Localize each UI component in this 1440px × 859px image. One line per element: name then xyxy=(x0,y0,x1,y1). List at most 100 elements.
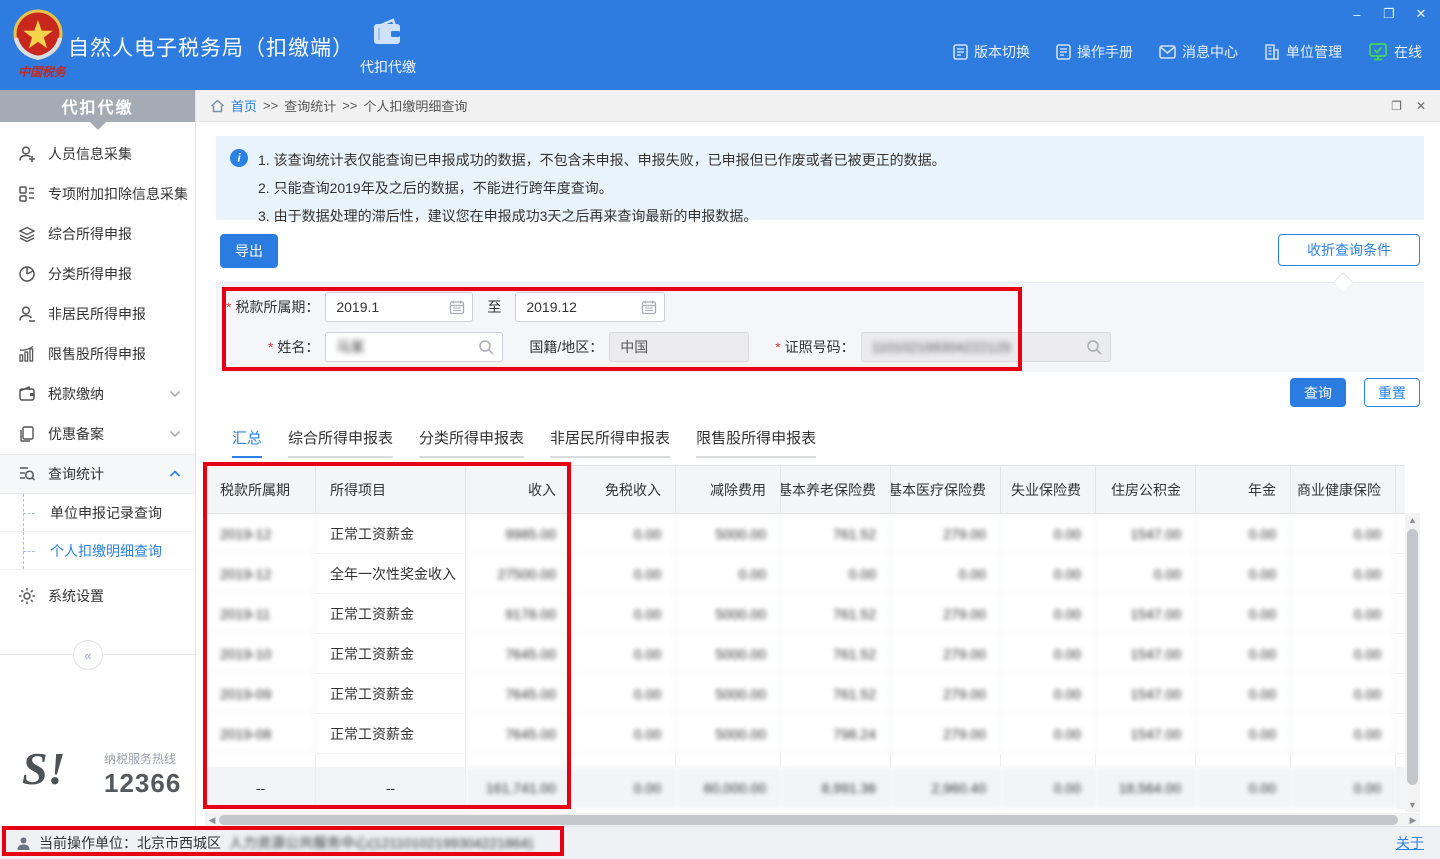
breadcrumb-level1: 查询统计 xyxy=(284,96,336,115)
table-row[interactable]: 2019-08正常工资薪金7645.000.005000.00798.24279… xyxy=(206,714,1405,754)
sidebar-item-personnel-info[interactable]: 人员信息采集 xyxy=(0,134,195,174)
table-body: 2019-12正常工资薪金9985.000.005000.00761.52279… xyxy=(206,514,1405,809)
sidebar-menu: 人员信息采集 专项附加扣除信息采集 综合所得申报 分类所得申报 非居民所得申报 xyxy=(0,134,195,670)
sidebar-item-label: 分类所得申报 xyxy=(48,264,132,284)
menu-message-center[interactable]: 消息中心 xyxy=(1159,42,1238,62)
sidebar-item-system-settings[interactable]: 系统设置 xyxy=(0,576,195,616)
menu-unit-management[interactable]: 单位管理 xyxy=(1264,42,1342,62)
menu-manual[interactable]: 操作手册 xyxy=(1056,42,1133,62)
table-cell: 1547.00 xyxy=(1096,674,1196,714)
vertical-scrollbar-thumb[interactable] xyxy=(1407,529,1418,785)
scroll-up-icon[interactable]: ▲ xyxy=(1405,513,1420,527)
nationality-value: 中国 xyxy=(620,337,648,357)
sidebar-collapse-button[interactable]: « xyxy=(73,640,103,670)
sidebar-subitem-unit-declaration-query[interactable]: 单位申报记录查询 xyxy=(0,494,195,532)
scroll-down-icon[interactable]: ▼ xyxy=(1405,798,1420,812)
sidebar-subitem-personal-withholding-query[interactable]: 个人扣缴明细查询 xyxy=(0,532,195,570)
reset-button[interactable]: 重置 xyxy=(1364,378,1420,407)
table-cell: 7645.00 xyxy=(466,714,571,754)
id-number-input[interactable]: 110102199304222129 xyxy=(861,332,1111,362)
table-cell: 正常工资薪金 xyxy=(316,514,466,554)
sidebar-item-comprehensive-income[interactable]: 综合所得申报 xyxy=(0,214,195,254)
table-row[interactable]: 2019-10正常工资薪金7645.000.005000.00761.52279… xyxy=(206,634,1405,674)
breadcrumb: 首页 >> 查询统计 >> 个人扣缴明细查询 ❐ ✕ xyxy=(196,90,1440,122)
sidebar-item-classified-income[interactable]: 分类所得申报 xyxy=(0,254,195,294)
about-link[interactable]: 关于 xyxy=(1396,833,1424,853)
tab-1[interactable]: 综合所得申报表 xyxy=(288,427,393,458)
table-row-partial[interactable]: .. xyxy=(206,754,1405,767)
table-cell: 0.00 xyxy=(1001,554,1096,594)
table-cell: 正常工资薪金 xyxy=(316,674,466,714)
column-header: 基本医疗保险费 xyxy=(891,466,1001,514)
pane-close-icon[interactable]: ✕ xyxy=(1416,99,1426,113)
table-cell: 279.00 xyxy=(891,514,1001,554)
table-cell: 0.00 xyxy=(571,554,676,594)
table-cell xyxy=(571,754,676,767)
sidebar-item-nonresident-income[interactable]: 非居民所得申报 xyxy=(0,294,195,334)
notice-line: 2. 只能查询2019年及之后的数据，不能进行跨年度查询。 xyxy=(258,174,1410,202)
table-cell: 0.00 xyxy=(571,674,676,714)
table-cell: 9985.00 xyxy=(466,514,571,554)
table-row[interactable]: 2019-12全年一次性奖金收入27500.000.000.000.000.00… xyxy=(206,554,1405,594)
person-add-icon xyxy=(18,145,36,163)
hotline-mark: S! xyxy=(22,742,65,795)
table-cell: 279.00 xyxy=(891,594,1001,634)
result-table: 税款所属期所得项目收入免税收入减除费用基本养老保险费基本医疗保险费失业保险费住房… xyxy=(205,465,1405,810)
vertical-scrollbar[interactable]: ▲ ▼ xyxy=(1405,513,1420,812)
pane-restore-icon[interactable]: ❐ xyxy=(1391,99,1402,113)
table-row[interactable]: 2019-12正常工资薪金9985.000.005000.00761.52279… xyxy=(206,514,1405,554)
tab-4[interactable]: 限售股所得申报表 xyxy=(696,427,816,458)
module-tab-daikou[interactable]: 代扣代缴 xyxy=(348,18,428,77)
search-icon xyxy=(478,339,495,356)
to-label: 至 xyxy=(487,297,501,317)
table-row[interactable]: 2019-11正常工资薪金9178.000.005000.00761.52279… xyxy=(206,594,1405,634)
sidebar-item-preferential-filing[interactable]: 优惠备案 xyxy=(0,414,195,454)
building-icon xyxy=(1264,44,1280,60)
menu-version-switch[interactable]: 版本切换 xyxy=(953,42,1030,62)
sidebar-header: 代扣代缴 xyxy=(0,90,195,122)
sidebar-item-tax-payment[interactable]: 税款缴纳 xyxy=(0,374,195,414)
sidebar-item-special-deduction[interactable]: 专项附加扣除信息采集 xyxy=(0,174,195,214)
period-from-input[interactable]: 2019.1 xyxy=(325,292,473,322)
collapse-conditions-button[interactable]: 收折查询条件 xyxy=(1278,234,1420,266)
tab-0[interactable]: 汇总 xyxy=(232,427,262,458)
calendar-icon xyxy=(449,299,465,315)
mail-icon xyxy=(1159,45,1176,59)
sidebar-item-restricted-stock[interactable]: 限售股所得申报 xyxy=(0,334,195,374)
layers-icon xyxy=(18,225,36,243)
tab-2[interactable]: 分类所得申报表 xyxy=(419,427,524,458)
hotline-logo: S! 纳税服务热线 12366 xyxy=(0,744,196,814)
sidebar-item-label: 查询统计 xyxy=(48,464,104,484)
menu-manual-label: 操作手册 xyxy=(1077,42,1133,62)
sidebar-item-query-statistics[interactable]: 查询统计 xyxy=(0,454,195,494)
nationality-input[interactable]: 中国 xyxy=(609,332,749,362)
module-tab-label: 代扣代缴 xyxy=(348,57,428,77)
export-button[interactable]: 导出 xyxy=(220,234,278,268)
table-cell: 2019-08 xyxy=(206,714,316,754)
nationality-label: 国籍/地区： xyxy=(529,337,603,357)
doc-icon xyxy=(953,44,968,60)
table-summary-row[interactable]: ----161,741.000.0060,000.008,991.362,960… xyxy=(206,767,1405,809)
current-unit-label: 当前操作单位：北京市西城区 xyxy=(39,833,221,853)
horizontal-scrollbar-thumb[interactable] xyxy=(219,815,1398,825)
name-input[interactable]: 马某 xyxy=(325,332,503,362)
scroll-right-icon[interactable]: ▶ xyxy=(1406,813,1420,827)
restore-button[interactable]: ❐ xyxy=(1380,6,1398,22)
table-cell: 9178.00 xyxy=(466,594,571,634)
minimize-button[interactable]: – xyxy=(1348,6,1366,22)
close-button[interactable]: ✕ xyxy=(1412,6,1430,22)
name-value: 马某 xyxy=(336,337,364,357)
query-button[interactable]: 查询 xyxy=(1290,378,1346,407)
breadcrumb-home[interactable]: 首页 xyxy=(231,96,257,115)
notice-line: 1. 该查询统计表仅能查询已申报成功的数据，不包含未申报、申报失败，已申报但已作… xyxy=(258,146,1410,174)
pie-chart-icon xyxy=(18,265,36,283)
form-list-icon xyxy=(18,185,36,203)
period-to-input[interactable]: 2019.12 xyxy=(515,292,665,322)
tab-3[interactable]: 非居民所得申报表 xyxy=(550,427,670,458)
menu-online-status-label: 在线 xyxy=(1394,42,1422,62)
table-cell: 0.00 xyxy=(1196,514,1291,554)
table-row[interactable]: 2019-09正常工资薪金7645.000.005000.00761.52279… xyxy=(206,674,1405,714)
horizontal-scrollbar[interactable]: ◀ ▶ xyxy=(205,813,1420,827)
menu-online-status[interactable]: 在线 xyxy=(1368,42,1422,62)
scroll-left-icon[interactable]: ◀ xyxy=(205,813,219,827)
